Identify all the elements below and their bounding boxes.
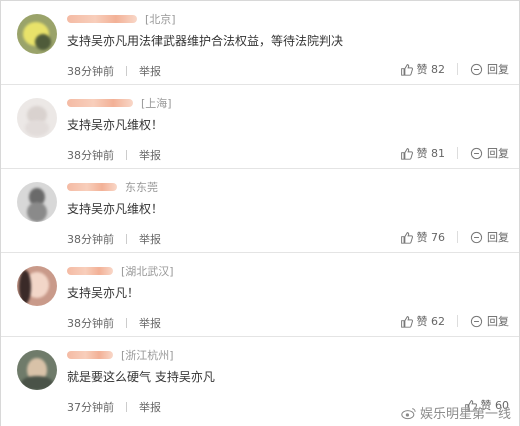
like-button[interactable]: 赞 81 [400,145,445,161]
like-label: 赞 [416,231,428,244]
avatar[interactable] [17,266,57,306]
comment-bubble-icon [470,63,483,75]
reply-label: 回复 [487,63,509,76]
reply-button[interactable]: 回复 [470,229,509,245]
avatar[interactable] [17,182,57,222]
comment-item: [湖北武汉] 支持吴亦凡！ 38分钟前 举报 赞 62 回复 [1,253,519,337]
comment-meta: 37分钟前 举报 [67,399,161,415]
comment-actions: 赞 82 回复 [400,61,509,77]
like-count: 76 [431,230,445,244]
like-label: 赞 [416,147,428,160]
avatar[interactable] [17,350,57,390]
like-label: 赞 [416,63,428,76]
comment-text: 支持吴亦凡！ [67,286,140,300]
action-divider [457,147,458,159]
report-link[interactable]: 举报 [139,63,161,79]
username-blurred[interactable] [67,15,137,23]
comment-header: [湖北武汉] [67,264,174,278]
comment-text: 就是要这么硬气 支持吴亦凡 [67,370,215,384]
comment-item: [北京] 支持吴亦凡用法律武器维护合法权益，等待法院判决 38分钟前 举报 赞 … [1,1,519,85]
watermark-text: 娱乐明星第一线 [419,407,511,422]
username-blurred[interactable] [67,351,113,359]
report-link[interactable]: 举报 [139,399,161,415]
comment-text: 支持吴亦凡用法律武器维护合法权益，等待法院判决 [67,34,344,48]
comment-time: 38分钟前 [67,65,114,78]
meta-divider [126,402,127,412]
comment-time: 38分钟前 [67,317,114,330]
comment-item: [上海] 支持吴亦凡维权！ 38分钟前 举报 赞 81 回复 [1,85,519,169]
comment-actions: 赞 62 回复 [400,313,509,329]
comment-time: 38分钟前 [67,233,114,246]
reply-button[interactable]: 回复 [470,145,509,161]
comment-header: [上海] [67,96,172,110]
action-divider [457,315,458,327]
username-blurred[interactable] [67,267,113,275]
reply-label: 回复 [487,147,509,160]
action-divider [457,63,458,75]
reply-label: 回复 [487,231,509,244]
like-button[interactable]: 赞 76 [400,229,445,245]
reply-button[interactable]: 回复 [470,313,509,329]
comment-location: [浙江杭州] [121,349,174,362]
comment-header: [浙江杭州] [67,348,174,362]
like-button[interactable]: 赞 82 [400,61,445,77]
weibo-logo-icon [401,407,416,419]
meta-divider [126,318,127,328]
username-blurred[interactable] [67,99,133,107]
action-divider [457,231,458,243]
comment-actions: 赞 81 回复 [400,145,509,161]
meta-divider [126,66,127,76]
meta-divider [126,150,127,160]
comment-text: 支持吴亦凡维权！ [67,202,164,216]
report-link[interactable]: 举报 [139,315,161,331]
comment-bubble-icon [470,147,483,159]
like-count: 82 [431,62,445,76]
comment-meta: 38分钟前 举报 [67,231,161,247]
comment-item: 东东莞 支持吴亦凡维权！ 38分钟前 举报 赞 76 回复 [1,169,519,253]
like-count: 62 [431,314,445,328]
comment-time: 37分钟前 [67,401,114,414]
meta-divider [126,234,127,244]
username-blurred[interactable] [67,183,117,191]
comment-time: 38分钟前 [67,149,114,162]
avatar[interactable] [17,14,57,54]
comment-location: 东东莞 [125,181,158,194]
watermark: 娱乐明星第一线 [401,403,511,422]
report-link[interactable]: 举报 [139,231,161,247]
comment-location: [北京] [145,13,176,26]
comment-bubble-icon [470,231,483,243]
report-link[interactable]: 举报 [139,147,161,163]
comment-location: [湖北武汉] [121,265,174,278]
thumbs-up-icon [400,231,413,244]
comment-header: 东东莞 [67,180,158,194]
comment-meta: 38分钟前 举报 [67,315,161,331]
thumbs-up-icon [400,315,413,328]
reply-button[interactable]: 回复 [470,61,509,77]
thumbs-up-icon [400,63,413,76]
reply-label: 回复 [487,315,509,328]
comment-actions: 赞 76 回复 [400,229,509,245]
comment-list: [北京] 支持吴亦凡用法律武器维护合法权益，等待法院判决 38分钟前 举报 赞 … [0,0,520,426]
comment-header: [北京] [67,12,176,26]
comment-meta: 38分钟前 举报 [67,63,161,79]
like-button[interactable]: 赞 62 [400,313,445,329]
thumbs-up-icon [400,147,413,160]
comment-text: 支持吴亦凡维权！ [67,118,164,132]
like-count: 81 [431,146,445,160]
like-label: 赞 [416,315,428,328]
comment-location: [上海] [141,97,172,110]
comment-bubble-icon [470,315,483,327]
avatar[interactable] [17,98,57,138]
comment-meta: 38分钟前 举报 [67,147,161,163]
